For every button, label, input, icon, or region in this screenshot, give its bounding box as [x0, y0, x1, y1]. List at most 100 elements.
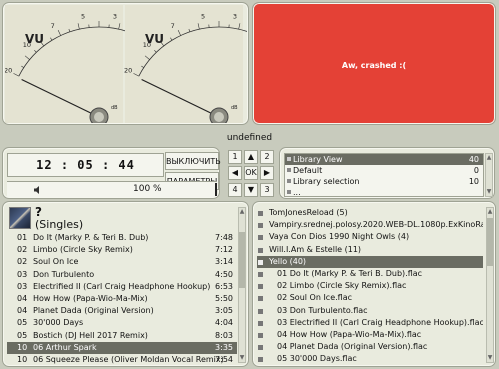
tree-node-icon	[258, 308, 263, 314]
scrollbar-thumb[interactable]	[239, 232, 245, 288]
track-duration: 3:05	[215, 306, 233, 316]
track-title: Electrified II (Carl Craig Headphone Hoo…	[33, 281, 211, 291]
track-title: 06 Squeeze Please (Oliver Moldan Vocal R…	[33, 354, 224, 364]
power-off-button[interactable]: ВЫКЛЮЧИТЬ	[165, 152, 221, 170]
library-item[interactable]: Library View 40	[285, 154, 483, 165]
vu-title: VU	[25, 32, 44, 46]
vu-pivot-center	[214, 112, 224, 122]
track-row[interactable]: 05 Bostich (DJ Hell 2017 Remix) 8:03	[7, 330, 237, 342]
vu-scale-label: 5	[201, 12, 205, 20]
vu-db-label: dB	[111, 105, 118, 111]
library-item[interactable]: Library selection 10	[285, 176, 483, 187]
tree-folder-item[interactable]: Vaya Con Dios 1990 Night Owls (4)	[257, 231, 483, 243]
track-duration: 7:54	[215, 354, 233, 364]
tree-folder-item[interactable]: Will.I.Am & Estelle (11)	[257, 244, 483, 256]
track-row[interactable]: 03 Don Turbulento 4:50	[7, 269, 237, 281]
tree-file-item[interactable]: 01 Do It (Marky P. & Teri B. Dub).flac	[257, 268, 483, 280]
tree-scrollbar[interactable]: ▲ ▼	[486, 207, 494, 363]
library-item[interactable]: Default 0	[285, 165, 483, 176]
track-row[interactable]: 10 06 Squeeze Please (Oliver Moldan Vocal…	[7, 354, 237, 366]
library-tree: TomJonesReload (5) Vampiry.srednej.polosy…	[257, 207, 483, 365]
tree-item-label: TomJonesReload (5)	[269, 208, 348, 217]
tree-folder-item[interactable]: TomJonesReload (5)	[257, 207, 483, 219]
vu-meter-right: 20107530+3+5VUdB	[124, 5, 247, 123]
track-duration: 8:03	[215, 330, 233, 340]
nav-down-button[interactable]: ▼	[244, 183, 258, 197]
tree-node-icon	[258, 223, 263, 229]
bullet-icon	[287, 179, 291, 183]
volume-slider-handle[interactable]	[215, 183, 217, 196]
track-title: 06 Arthur Spark	[33, 342, 97, 352]
track-row[interactable]: 04 Planet Dada (Original Version) 3:05	[7, 305, 237, 317]
scroll-down-icon[interactable]: ▼	[487, 354, 493, 362]
scroll-up-icon[interactable]: ▲	[239, 208, 245, 216]
track-number: 02	[17, 245, 28, 255]
tree-folder-item[interactable]: Yello (40)	[257, 255, 483, 268]
track-title: Planet Dada (Original Version)	[33, 306, 154, 316]
library-scrollbar[interactable]: ▲ ▼	[485, 153, 493, 197]
track-title: Bostich (DJ Hell 2017 Remix)	[33, 330, 148, 340]
vu-face	[5, 5, 123, 123]
nav-button-2[interactable]: 2	[260, 150, 274, 164]
library-list: Library View 40 Default 0 Library select…	[284, 153, 484, 197]
scroll-down-icon[interactable]: ▼	[486, 188, 492, 196]
library-item[interactable]: ...	[285, 187, 483, 196]
tree-item-label: 02 Soul On Ice.flac	[277, 293, 353, 303]
vu-scale-label: 7	[51, 22, 55, 30]
track-row[interactable]: 04 How How (Papa-Wio-Ma-Mix) 5:50	[7, 293, 237, 305]
nav-button-4[interactable]: 4	[228, 183, 242, 197]
tree-file-item[interactable]: 02 Limbo (Circle Sky Remix).flac	[257, 280, 483, 292]
track-title: Do It (Marky P. & Teri B. Dub)	[33, 233, 149, 242]
nav-up-button[interactable]: ▲	[244, 150, 258, 164]
nav-left-button[interactable]: ◀	[228, 166, 242, 180]
vu-scale-label: 3	[113, 12, 117, 20]
tree-folder-item[interactable]: Vampiry.srednej.polosy.2020.WEB-DL.1080p…	[257, 219, 483, 231]
tree-file-item[interactable]: 04 How How (Papa-Wio-Ma-Mix).flac	[257, 329, 483, 341]
tree-node-icon	[258, 320, 263, 326]
tree-item-label: Vaya Con Dios 1990 Night Owls (4)	[269, 232, 410, 242]
scroll-up-icon[interactable]: ▲	[486, 154, 492, 162]
nav-button-1[interactable]: 1	[228, 150, 242, 164]
volume-value: 100 %	[133, 184, 162, 194]
transport-panel: 12 : 05 : 44 ВЫКЛЮЧИТЬ ПАРАМЕТРЫ 100 %	[2, 147, 221, 199]
tree-node-icon	[258, 271, 263, 277]
tree-file-item[interactable]: 04 Planet Dada (Original Version).flac	[257, 341, 483, 353]
track-duration: 7:48	[215, 233, 233, 242]
nav-button-3[interactable]: 3	[260, 183, 274, 197]
vu-scale-label: 20	[124, 67, 132, 75]
scroll-down-icon[interactable]: ▼	[239, 354, 245, 362]
track-number: 10	[17, 354, 28, 364]
scroll-up-icon[interactable]: ▲	[487, 208, 493, 216]
vu-title: VU	[145, 32, 164, 46]
track-row[interactable]: 05 30'000 Days 4:04	[7, 317, 237, 329]
track-number: 03	[17, 281, 28, 291]
track-title: Soul On Ice	[33, 257, 79, 267]
track-row[interactable]: 02 Soul On Ice 3:14	[7, 256, 237, 268]
tree-file-item[interactable]: 03 Electrified II (Carl Craig Headphone …	[257, 317, 483, 329]
volume-bar[interactable]: 100 %	[7, 181, 217, 197]
track-row[interactable]: 01 Do It (Marky P. & Teri B. Dub) 7:48	[7, 232, 237, 244]
library-item-label: Library View	[293, 155, 343, 164]
tree-file-item[interactable]: 03 Don Turbulento.flac	[257, 305, 483, 317]
track-row[interactable]: 10 06 Arthur Spark 3:35	[7, 341, 237, 354]
clock-display: 12 : 05 : 44	[7, 153, 164, 177]
nav-ok-button[interactable]: OK	[244, 166, 258, 180]
nav-right-button[interactable]: ▶	[260, 166, 274, 180]
library-item-count: 40	[468, 155, 479, 164]
scrollbar-thumb[interactable]	[487, 218, 493, 266]
library-panel: Library View 40 Default 0 Library select…	[279, 147, 495, 199]
speaker-icon	[34, 186, 39, 194]
track-duration: 3:35	[215, 342, 233, 352]
track-number: 10	[17, 342, 28, 352]
track-number: 03	[17, 269, 28, 279]
track-number: 05	[17, 318, 28, 328]
track-duration: 3:14	[215, 257, 233, 267]
tree-file-item[interactable]: 05 30'000 Days.flac	[257, 353, 483, 365]
tree-file-item[interactable]: 02 Soul On Ice.flac	[257, 292, 483, 304]
tree-item-label: 02 Limbo (Circle Sky Remix).flac	[277, 281, 407, 291]
playlist-scrollbar[interactable]: ▲ ▼	[238, 207, 246, 363]
vu-scale-label: 5	[81, 12, 85, 20]
track-row[interactable]: 02 Limbo (Circle Sky Remix) 7:12	[7, 244, 237, 256]
vu-face	[125, 5, 243, 123]
track-row[interactable]: 03 Electrified II (Carl Craig Headphone H…	[7, 281, 237, 293]
